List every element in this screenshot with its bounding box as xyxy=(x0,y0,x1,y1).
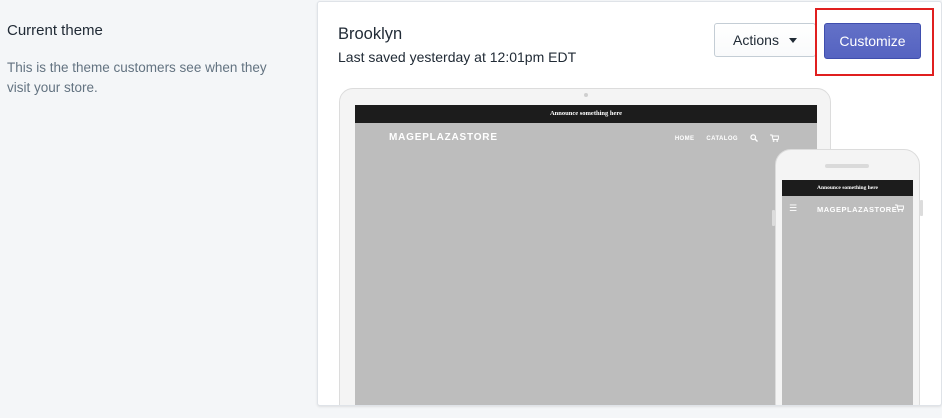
menu-icon: ☰ xyxy=(789,203,798,213)
actions-button[interactable]: Actions xyxy=(714,23,816,57)
nav-link-catalog: CATALOG xyxy=(706,136,738,142)
phone-speaker xyxy=(825,164,869,168)
site-nav-links: HOME CATALOG xyxy=(674,134,780,144)
theme-name: Brooklyn xyxy=(338,25,403,43)
mobile-announcement-bar: Announce something here xyxy=(782,180,913,196)
actions-button-label: Actions xyxy=(733,32,779,48)
section-info: Current theme This is the theme customer… xyxy=(7,20,267,98)
customize-button[interactable]: Customize xyxy=(824,23,921,59)
cart-icon xyxy=(895,204,905,214)
mobile-preview[interactable]: Announce something here ☰ MAGEPLAZASTORE xyxy=(772,149,923,405)
search-icon xyxy=(750,134,758,144)
last-saved-text: Last saved yesterday at 12:01pm EDT xyxy=(338,49,577,65)
section-description: This is the theme customers see when the… xyxy=(7,60,267,95)
announcement-bar: Announce something here xyxy=(355,105,817,123)
nav-link-home: HOME xyxy=(674,136,695,142)
mobile-site-header: ☰ MAGEPLAZASTORE xyxy=(782,196,913,222)
caret-down-icon xyxy=(788,37,797,43)
phone-side-button xyxy=(920,200,923,216)
mobile-preview-screen: Announce something here ☰ MAGEPLAZASTORE xyxy=(782,180,913,405)
desktop-preview-screen: Announce something here MAGEPLAZASTORE H… xyxy=(355,105,817,405)
desktop-preview[interactable]: Announce something here MAGEPLAZASTORE H… xyxy=(339,88,831,405)
mobile-store-logo: MAGEPLAZASTORE xyxy=(817,205,898,214)
cart-icon xyxy=(770,134,780,144)
section-title: Current theme xyxy=(7,22,103,39)
camera-dot xyxy=(584,93,588,97)
phone-side-button xyxy=(772,210,775,226)
site-header: MAGEPLAZASTORE HOME CATALOG xyxy=(355,123,817,153)
current-theme-card: Brooklyn Last saved yesterday at 12:01pm… xyxy=(317,1,942,406)
store-logo: MAGEPLAZASTORE xyxy=(389,132,498,143)
